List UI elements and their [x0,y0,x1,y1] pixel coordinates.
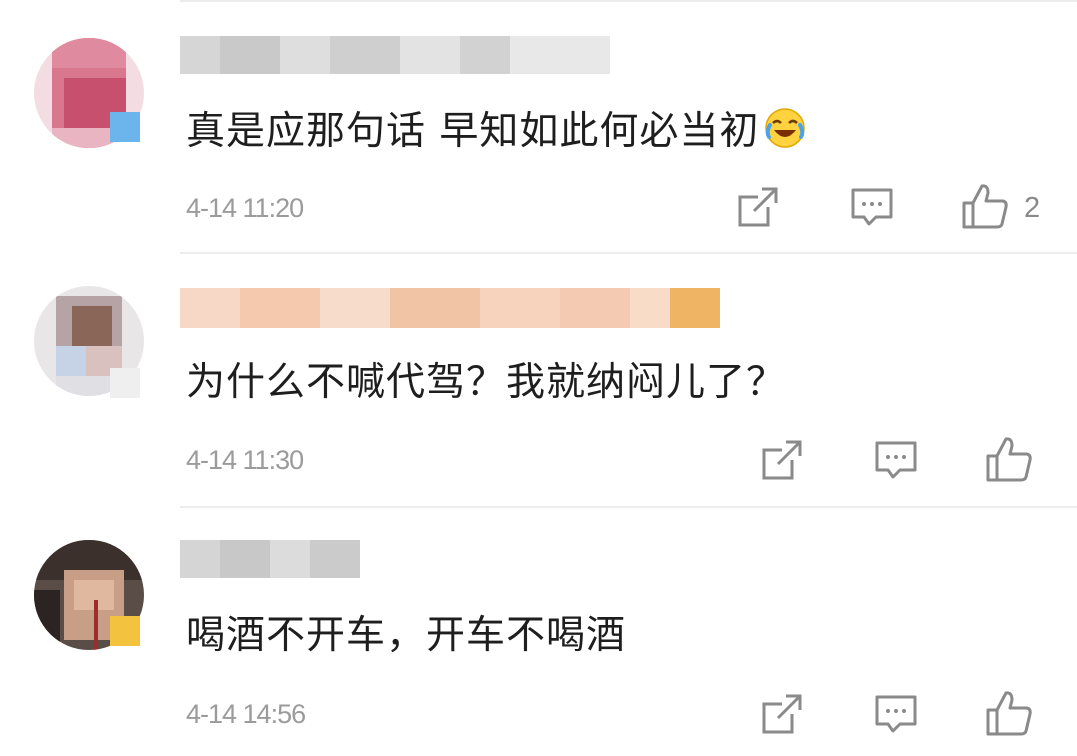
comment-text: 为什么不喊代驾？我就纳闷儿了？ [186,360,787,405]
share-icon [738,187,778,227]
username-blurred[interactable] [180,36,610,74]
comment-text: 真是应那句话 早知如此何必当初 [186,106,807,162]
share-button[interactable] [758,690,806,738]
like-button[interactable] [984,688,1032,736]
comment-text-content: 真是应那句话 早知如此何必当初 [186,109,760,154]
reply-button[interactable] [872,690,920,738]
like-button[interactable] [984,434,1032,482]
comment-timestamp: 4-14 11:20 [186,193,304,223]
reply-icon [875,441,917,479]
verified-badge [110,112,140,142]
comment-timestamp: 4-14 14:56 [186,699,306,729]
divider [180,0,1077,2]
divider [180,252,1077,254]
laugh-cry-emoji [763,106,807,162]
share-button[interactable] [758,436,806,484]
like-button[interactable] [960,181,1008,229]
reply-button[interactable] [848,183,896,231]
divider [180,506,1077,508]
share-icon [762,440,802,480]
comment-text: 喝酒不开车，开车不喝酒 [186,613,627,658]
comment-timestamp: 4-14 11:30 [186,445,304,475]
username-blurred[interactable] [180,540,360,578]
verified-badge [110,368,140,398]
share-button[interactable] [734,183,782,231]
like-count: 2 [1024,192,1041,224]
username-blurred[interactable] [180,288,720,328]
verified-badge [110,616,140,646]
reply-icon [875,695,917,733]
reply-button[interactable] [872,436,920,484]
like-icon [986,691,1032,736]
like-icon [986,437,1032,482]
share-icon [762,694,802,734]
reply-icon [851,188,893,226]
like-icon [962,184,1008,229]
